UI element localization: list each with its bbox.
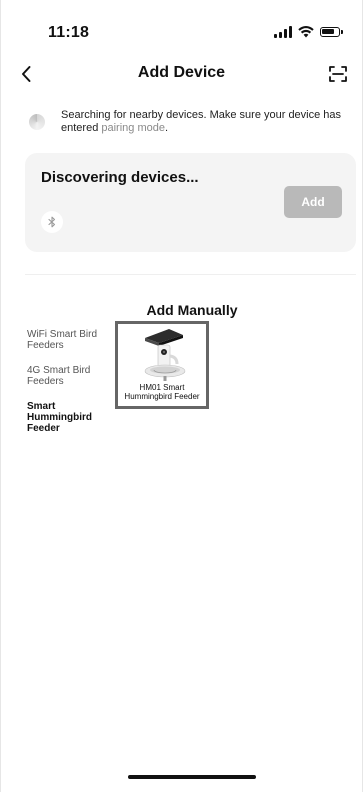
discovering-title: Discovering devices... (41, 169, 199, 186)
signal-icon (274, 26, 292, 38)
category-smart-hummingbird-feeder[interactable]: Smart Hummingbird Feeder (27, 401, 97, 434)
category-wifi-smart-bird-feeders[interactable]: WiFi Smart Bird Feeders (27, 329, 97, 351)
page-title: Add Device (137, 64, 226, 81)
bluetooth-icon (48, 216, 56, 228)
pairing-mode-link[interactable]: pairing mode (101, 122, 165, 134)
product-hm01-feeder[interactable]: HM01 Smart Hummingbird Feeder (115, 321, 209, 409)
bluetooth-badge (41, 211, 63, 233)
scan-icon[interactable] (326, 62, 350, 86)
status-icons (274, 26, 343, 38)
search-hint-text: Searching for nearby devices. Make sure … (61, 109, 351, 135)
discovering-card: Discovering devices... Add (25, 153, 356, 252)
add-button[interactable]: Add (284, 186, 342, 218)
loading-spinner-icon (29, 114, 45, 130)
add-manually-title: Add Manually (146, 302, 238, 318)
category-4g-smart-bird-feeders[interactable]: 4G Smart Bird Feeders (27, 365, 97, 387)
home-indicator[interactable] (128, 775, 256, 779)
add-device-screen: 11:18 Add Device Searching for nearby de… (0, 0, 363, 792)
battery-icon (320, 27, 343, 37)
product-label: HM01 Smart Hummingbird Feeder (124, 383, 200, 401)
status-bar: 11:18 (1, 0, 362, 52)
hummingbird-feeder-image (144, 329, 186, 381)
wifi-icon (298, 26, 314, 38)
category-list: WiFi Smart Bird Feeders 4G Smart Bird Fe… (27, 329, 107, 448)
nav-bar: Add Device (1, 58, 362, 90)
status-time: 11:18 (48, 24, 90, 41)
section-divider (25, 274, 356, 275)
search-hint-suffix: . (164, 122, 169, 134)
